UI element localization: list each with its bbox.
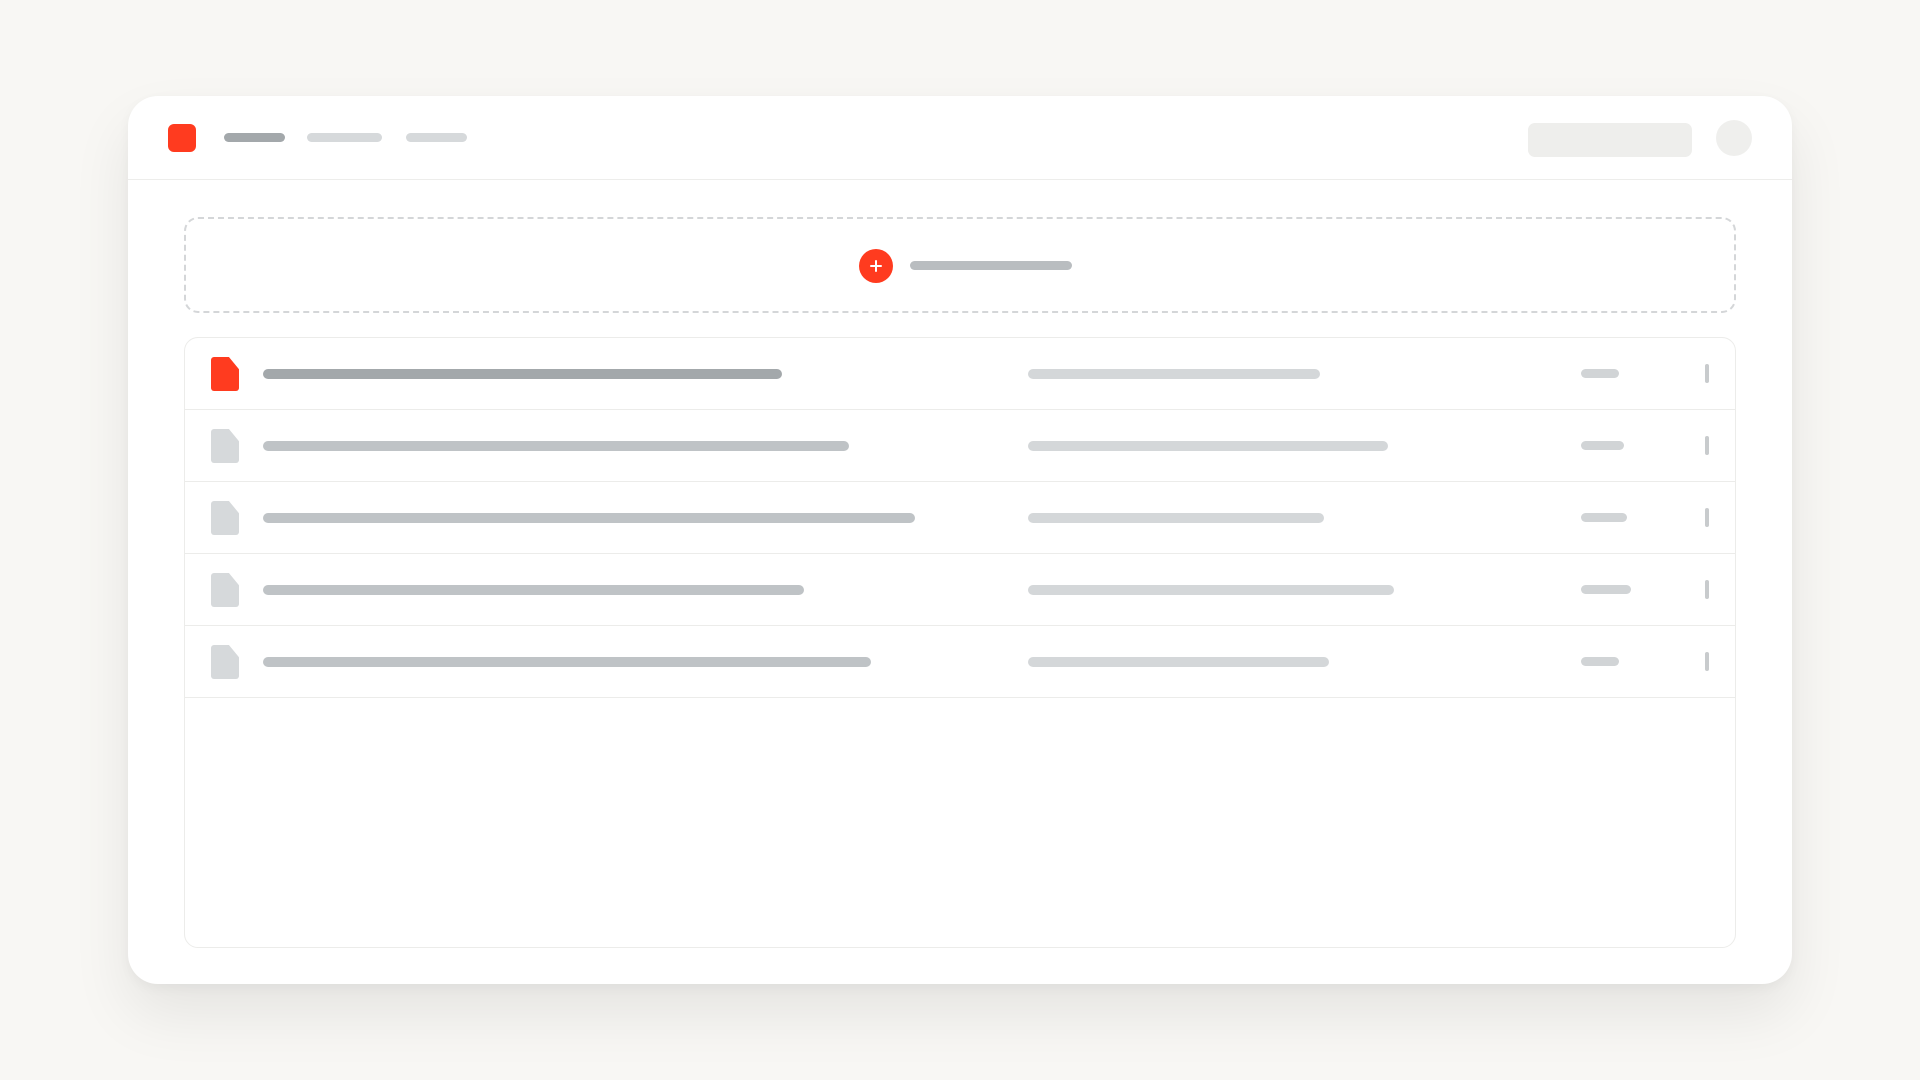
- file-meta-placeholder: [1028, 513, 1324, 523]
- file-row[interactable]: [185, 626, 1735, 698]
- file-meta-placeholder: [1028, 369, 1320, 379]
- file-name-placeholder: [263, 441, 849, 451]
- file-size-placeholder: [1581, 441, 1624, 450]
- file-name-placeholder: [263, 657, 871, 667]
- user-avatar[interactable]: [1716, 120, 1752, 156]
- file-upload-dropzone[interactable]: [184, 217, 1736, 313]
- upload-label: [910, 261, 1072, 270]
- nav-item-3[interactable]: [406, 133, 467, 142]
- nav-item-1[interactable]: [224, 133, 285, 142]
- add-icon[interactable]: [859, 249, 893, 283]
- row-menu-icon[interactable]: [1705, 580, 1709, 599]
- row-menu-icon[interactable]: [1705, 436, 1709, 455]
- file-name-placeholder: [263, 369, 782, 379]
- row-menu-icon[interactable]: [1705, 652, 1709, 671]
- file-row[interactable]: [185, 482, 1735, 554]
- file-size-placeholder: [1581, 513, 1627, 522]
- search-input[interactable]: [1528, 123, 1692, 157]
- row-menu-icon[interactable]: [1705, 364, 1709, 383]
- file-icon: [211, 645, 239, 679]
- file-list-panel: [184, 337, 1736, 948]
- app-window: [128, 96, 1792, 984]
- file-size-placeholder: [1581, 657, 1619, 666]
- file-name-placeholder: [263, 585, 804, 595]
- file-row[interactable]: [185, 338, 1735, 410]
- app-logo-icon[interactable]: [168, 124, 196, 152]
- row-menu-icon[interactable]: [1705, 508, 1709, 527]
- file-size-placeholder: [1581, 585, 1631, 594]
- file-row[interactable]: [185, 554, 1735, 626]
- file-meta-placeholder: [1028, 657, 1329, 667]
- top-navigation-bar: [128, 96, 1792, 180]
- file-meta-placeholder: [1028, 585, 1394, 595]
- file-name-placeholder: [263, 513, 915, 523]
- file-icon: [211, 429, 239, 463]
- file-meta-placeholder: [1028, 441, 1388, 451]
- file-icon: [211, 357, 239, 391]
- file-row[interactable]: [185, 410, 1735, 482]
- file-icon: [211, 573, 239, 607]
- file-icon: [211, 501, 239, 535]
- file-size-placeholder: [1581, 369, 1619, 378]
- nav-item-2[interactable]: [307, 133, 382, 142]
